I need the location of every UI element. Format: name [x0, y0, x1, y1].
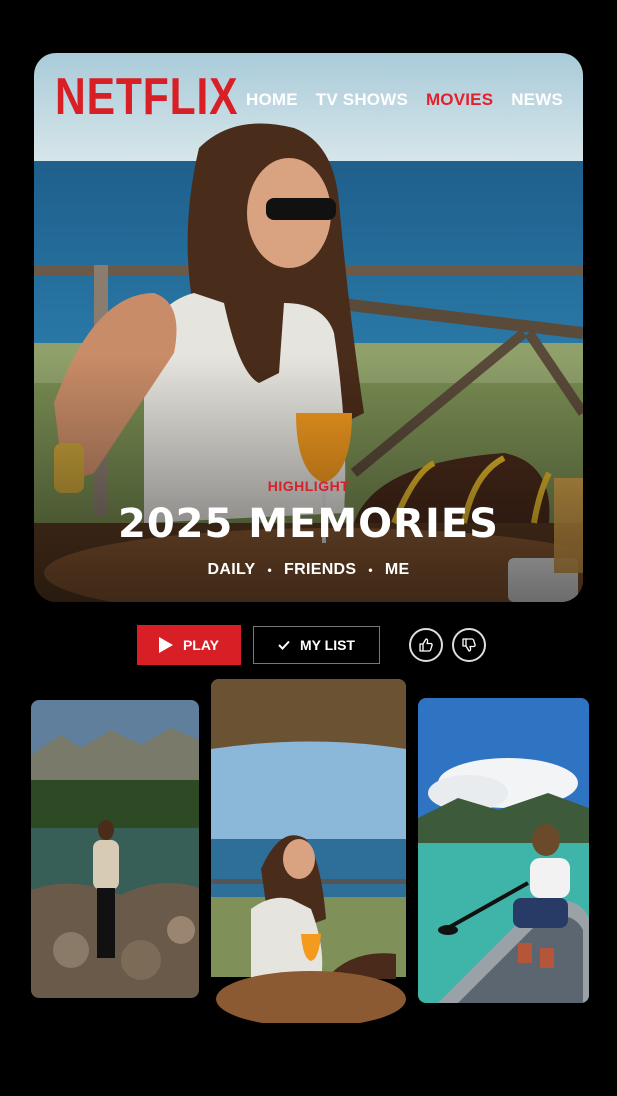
main-nav: HOME TV SHOWS MOVIES NEWS [246, 90, 563, 110]
hero-banner[interactable]: NETFLIX HOME TV SHOWS MOVIES NEWS HIGHLI… [34, 53, 583, 602]
thumbs-up-icon [419, 638, 433, 652]
netflix-logo[interactable]: NETFLIX [55, 71, 238, 123]
check-icon [278, 640, 290, 650]
thumbnail-image [211, 679, 406, 1023]
hero-kicker: HIGHLIGHT [267, 478, 350, 494]
mountain-lake-thumbnail[interactable] [31, 700, 199, 998]
my-list-label: MY LIST [300, 637, 355, 653]
tag-friends: FRIENDS [284, 561, 357, 578]
nav-item-news[interactable]: NEWS [511, 90, 563, 110]
thumbnail-image [31, 700, 199, 998]
tag-separator: • [267, 562, 273, 577]
tag-me: ME [384, 561, 410, 578]
seaside-terrace-thumbnail[interactable] [211, 679, 406, 1023]
kayak-lake-thumbnail[interactable] [418, 698, 589, 1003]
thumbs-up-button[interactable] [409, 628, 443, 662]
play-button[interactable]: PLAY [137, 625, 241, 665]
tag-daily: DAILY [207, 561, 256, 578]
hero-tags: DAILY • FRIENDS • ME [34, 561, 583, 579]
thumbs-down-icon [462, 638, 476, 652]
my-list-button[interactable]: MY LIST [253, 626, 380, 664]
tag-separator: • [368, 562, 373, 577]
hero-title: 2025 MEMORIES [117, 501, 499, 547]
nav-item-tv-shows[interactable]: TV SHOWS [316, 90, 408, 110]
play-icon [158, 637, 173, 653]
thumbnail-image [418, 698, 589, 1003]
action-bar: PLAY MY LIST [137, 625, 486, 665]
nav-item-movies[interactable]: MOVIES [426, 90, 493, 110]
nav-item-home[interactable]: HOME [246, 90, 298, 110]
thumbs-down-button[interactable] [452, 628, 486, 662]
play-label: PLAY [182, 637, 220, 653]
